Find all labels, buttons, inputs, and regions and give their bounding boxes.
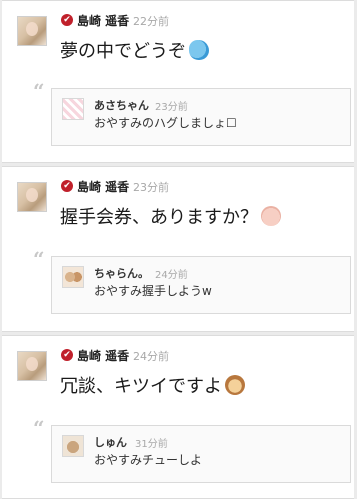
author-name[interactable]: 島崎 遥香: [77, 178, 129, 195]
author-avatar[interactable]: [17, 16, 47, 46]
post-text: 冗談、キツイですよ: [60, 372, 245, 398]
author-name[interactable]: 島崎 遥香: [77, 12, 129, 29]
reply-text: おやすみのハグしましょ☐: [94, 116, 237, 130]
raised-hand-emoji-icon: [261, 206, 281, 226]
post-text: 夢の中でどうぞ: [60, 37, 209, 63]
post-card: ✔ 島崎 遥香 22分前 夢の中でどうぞ “ あさちゃん 23分前 おやすみのハ…: [2, 0, 354, 163]
reply-card[interactable]: しゅん 31分前 おやすみチューしよ: [51, 425, 351, 483]
reply-timestamp: 24分前: [155, 270, 188, 281]
reply-timestamp: 31分前: [135, 439, 168, 450]
post-text-content: 握手会券、ありますか？: [60, 207, 258, 228]
author-avatar[interactable]: [17, 182, 47, 212]
post-text: 握手会券、ありますか？: [60, 203, 281, 229]
verified-badge-icon: ✔: [61, 14, 73, 26]
reply-text: おやすみチューしよ: [94, 453, 203, 467]
post-text-content: 夢の中でどうぞ: [60, 41, 186, 62]
reply-avatar[interactable]: [62, 435, 84, 457]
fish-emoji-icon: [189, 40, 209, 60]
verified-badge-icon: ✔: [61, 349, 73, 361]
post-card: ✔ 島崎 遥香 24分前 冗談、キツイですよ “ しゅん 31分前 おやすみチュ…: [2, 335, 354, 499]
author-name[interactable]: 島崎 遥香: [77, 347, 129, 364]
post-timestamp: 22分前: [133, 15, 169, 28]
reply-card[interactable]: ちゃらん。 24分前 おやすみ握手しようw: [51, 256, 351, 314]
quote-icon: “: [33, 247, 45, 271]
post-text-content: 冗談、キツイですよ: [60, 376, 222, 397]
post-card: ✔ 島崎 遥香 23分前 握手会券、ありますか？ “ ちゃらん。 24分前 おや…: [2, 166, 354, 332]
reply-author-name[interactable]: あさちゃん: [94, 97, 149, 113]
reply-author-name[interactable]: ちゃらん。: [94, 265, 149, 281]
quote-icon: “: [33, 416, 45, 440]
reply-timestamp: 23分前: [155, 102, 188, 113]
reply-author-name[interactable]: しゅん: [94, 434, 127, 450]
quote-icon: “: [33, 79, 45, 103]
author-avatar[interactable]: [17, 351, 47, 381]
reply-avatar[interactable]: [62, 266, 84, 288]
reply-avatar[interactable]: [62, 98, 84, 120]
reply-text: おやすみ握手しようw: [94, 284, 212, 298]
monkey-face-emoji-icon: [225, 375, 245, 395]
post-timestamp: 24分前: [133, 350, 169, 363]
verified-badge-icon: ✔: [61, 180, 73, 192]
post-timestamp: 23分前: [133, 181, 169, 194]
comment-feed: ✔ 島崎 遥香 22分前 夢の中でどうぞ “ あさちゃん 23分前 おやすみのハ…: [0, 0, 357, 499]
reply-card[interactable]: あさちゃん 23分前 おやすみのハグしましょ☐: [51, 88, 351, 146]
